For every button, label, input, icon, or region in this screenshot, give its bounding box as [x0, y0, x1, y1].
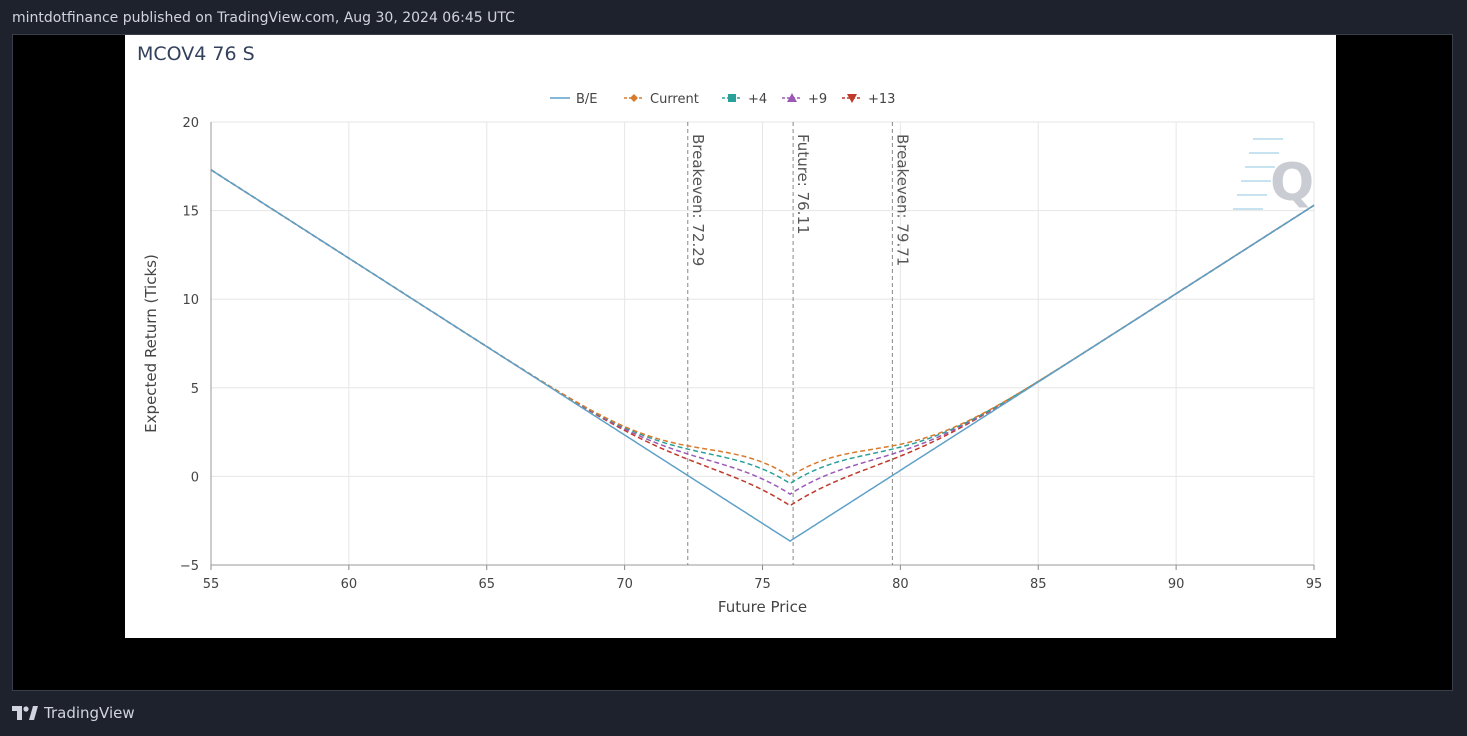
- chart-panel: MCOV4 76 S 55 60 65 70 75 80 85 90 95 20 15 10 5 0 −5 F…: [125, 35, 1336, 638]
- legend-square-icon: [728, 94, 736, 102]
- legend-item[interactable]: +13: [842, 92, 895, 107]
- x-tick-label: 85: [1030, 577, 1047, 592]
- y-tick-label: 10: [182, 293, 199, 308]
- y-tick-label: −5: [180, 559, 199, 574]
- reference-line-label: Future: 76.11: [794, 134, 812, 235]
- legend-item[interactable]: +4: [722, 92, 767, 107]
- legend-item[interactable]: Current: [624, 92, 699, 107]
- tradingview-logo-icon[interactable]: [12, 706, 38, 720]
- legend-label: B/E: [576, 92, 598, 107]
- legend-label: Current: [650, 92, 699, 107]
- footer-brand[interactable]: TradingView: [44, 704, 135, 722]
- publish-info: mintdotfinance published on TradingView.…: [12, 10, 515, 26]
- y-tick-label: 0: [191, 470, 199, 485]
- legend-item[interactable]: B/E: [550, 92, 598, 107]
- x-tick-label: 75: [754, 577, 771, 592]
- y-tick-label: 5: [191, 382, 199, 397]
- y-tick-label: 20: [182, 116, 199, 131]
- legend-label: +13: [868, 92, 895, 107]
- y-axis-label: Expected Return (Ticks): [142, 254, 160, 433]
- x-tick-label: 80: [892, 577, 909, 592]
- footer: TradingView: [12, 704, 135, 722]
- legend-label: +9: [808, 92, 827, 107]
- legend-label: +4: [748, 92, 767, 107]
- reference-line-label: Breakeven: 72.29: [689, 134, 707, 266]
- x-axis-label: Future Price: [718, 598, 807, 616]
- x-tick-label: 60: [341, 577, 358, 592]
- reference-line-label: Breakeven: 79.71: [893, 134, 911, 266]
- x-tick-label: 95: [1306, 577, 1323, 592]
- legend: B/E Current +4 +9 +13: [550, 92, 895, 107]
- x-tick-label: 70: [616, 577, 633, 592]
- legend-diamond-icon: [630, 94, 638, 102]
- watermark-letter: Q: [1270, 153, 1314, 213]
- legend-item[interactable]: +9: [782, 92, 827, 107]
- x-tick-label: 65: [478, 577, 495, 592]
- payoff-chart: 55 60 65 70 75 80 85 90 95 20 15 10 5 0 −5 Future Price…: [142, 92, 1323, 616]
- x-tick-label: 90: [1168, 577, 1185, 592]
- x-tick-label: 55: [203, 577, 220, 592]
- y-tick-label: 15: [182, 205, 199, 220]
